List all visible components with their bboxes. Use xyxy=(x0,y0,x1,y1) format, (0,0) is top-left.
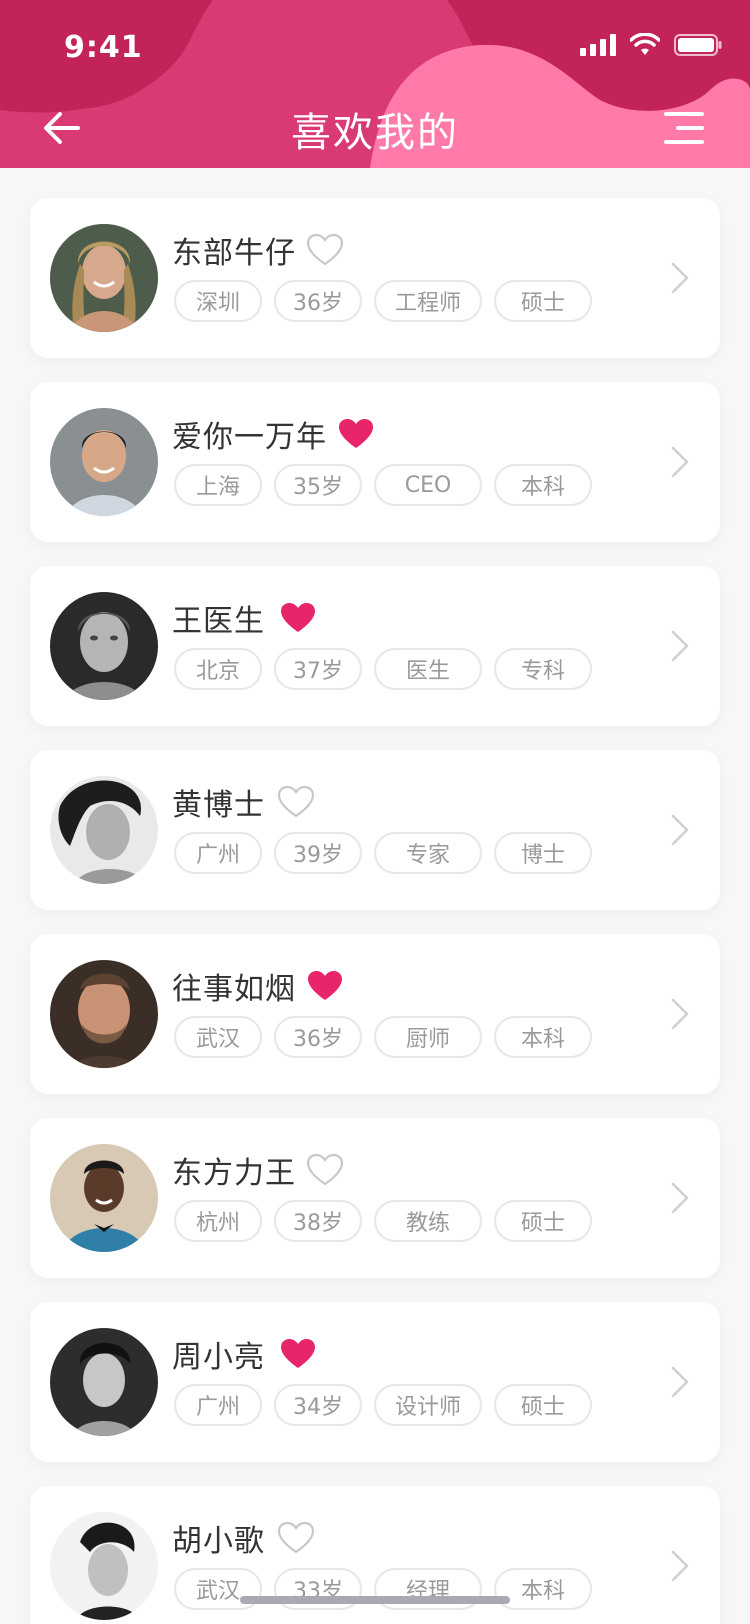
tag-education: 硕士 xyxy=(494,1200,592,1242)
list-item[interactable]: 东部牛仔 深圳 36岁 工程师 硕士 xyxy=(30,198,720,358)
tag-list: 上海 35岁 CEO 本科 xyxy=(174,464,604,506)
menu-icon xyxy=(664,112,704,144)
heart-outline-icon[interactable] xyxy=(306,233,344,267)
user-name: 王医生 xyxy=(172,604,265,639)
tag-age: 34岁 xyxy=(274,1384,362,1426)
tag-age: 39岁 xyxy=(274,832,362,874)
list-item[interactable]: 周小亮 广州 34岁 设计师 硕士 xyxy=(30,1302,720,1462)
screen: 9:41 喜欢我的 东部牛仔 深圳 36岁 工程师 硕士 爱你一万年 上海 35… xyxy=(0,0,750,1624)
tag-age: 36岁 xyxy=(274,280,362,322)
tag-city: 广州 xyxy=(174,832,262,874)
tag-job: 工程师 xyxy=(374,280,482,322)
tag-job: 教练 xyxy=(374,1200,482,1242)
battery-icon xyxy=(674,34,722,56)
menu-button[interactable] xyxy=(660,106,710,150)
user-name: 周小亮 xyxy=(172,1340,265,1375)
avatar xyxy=(50,1144,158,1252)
avatar xyxy=(50,592,158,700)
chevron-right-icon xyxy=(671,1366,689,1398)
avatar xyxy=(50,960,158,1068)
list-item[interactable]: 往事如烟 武汉 36岁 厨师 本科 xyxy=(30,934,720,1094)
user-name: 往事如烟 xyxy=(172,972,296,1007)
tag-list: 北京 37岁 医生 专科 xyxy=(174,648,604,690)
user-name: 黄博士 xyxy=(172,788,265,823)
tag-job: 医生 xyxy=(374,648,482,690)
tag-age: 35岁 xyxy=(274,464,362,506)
name-row: 往事如烟 xyxy=(172,964,344,1008)
list-item[interactable]: 爱你一万年 上海 35岁 CEO 本科 xyxy=(30,382,720,542)
tag-education: 硕士 xyxy=(494,1384,592,1426)
avatar xyxy=(50,1512,158,1620)
avatar xyxy=(50,1328,158,1436)
tag-age: 37岁 xyxy=(274,648,362,690)
heart-filled-icon[interactable] xyxy=(337,417,375,451)
status-time: 9:41 xyxy=(64,30,143,65)
name-row: 周小亮 xyxy=(172,1332,317,1376)
tag-list: 杭州 38岁 教练 硕士 xyxy=(174,1200,604,1242)
avatar xyxy=(50,224,158,332)
list-item[interactable]: 黄博士 广州 39岁 专家 博士 xyxy=(30,750,720,910)
avatar xyxy=(50,408,158,516)
user-name: 胡小歌 xyxy=(172,1524,265,1559)
tag-education: 本科 xyxy=(494,464,592,506)
name-row: 东部牛仔 xyxy=(172,228,344,272)
name-row: 爱你一万年 xyxy=(172,412,375,456)
tag-city: 武汉 xyxy=(174,1016,262,1058)
chevron-right-icon xyxy=(671,998,689,1030)
header: 9:41 喜欢我的 xyxy=(0,0,750,168)
name-row: 东方力王 xyxy=(172,1148,344,1192)
user-name: 东部牛仔 xyxy=(172,236,296,271)
wifi-icon xyxy=(630,33,660,55)
tag-city: 杭州 xyxy=(174,1200,262,1242)
tag-education: 专科 xyxy=(494,648,592,690)
tag-job: 厨师 xyxy=(374,1016,482,1058)
chevron-right-icon xyxy=(671,1182,689,1214)
heart-outline-icon[interactable] xyxy=(277,785,315,819)
chevron-right-icon xyxy=(671,446,689,478)
tag-job: 设计师 xyxy=(374,1384,482,1426)
user-name: 东方力王 xyxy=(172,1156,296,1191)
page-title: 喜欢我的 xyxy=(291,110,459,156)
status-icons xyxy=(580,33,722,57)
tag-age: 38岁 xyxy=(274,1200,362,1242)
tag-city: 北京 xyxy=(174,648,262,690)
tag-city: 深圳 xyxy=(174,280,262,322)
heart-filled-icon[interactable] xyxy=(279,601,317,635)
chevron-right-icon xyxy=(671,814,689,846)
tag-city: 上海 xyxy=(174,464,262,506)
list-item[interactable]: 王医生 北京 37岁 医生 专科 xyxy=(30,566,720,726)
avatar xyxy=(50,776,158,884)
tag-education: 本科 xyxy=(494,1016,592,1058)
user-name: 爱你一万年 xyxy=(172,420,327,455)
name-row: 王医生 xyxy=(172,596,317,640)
tag-list: 广州 39岁 专家 博士 xyxy=(174,832,604,874)
tag-list: 广州 34岁 设计师 硕士 xyxy=(174,1384,604,1426)
tag-job: 专家 xyxy=(374,832,482,874)
name-row: 黄博士 xyxy=(172,780,315,824)
home-indicator[interactable] xyxy=(240,1596,510,1604)
tag-education: 博士 xyxy=(494,832,592,874)
tag-education: 硕士 xyxy=(494,280,592,322)
tag-age: 36岁 xyxy=(274,1016,362,1058)
chevron-right-icon xyxy=(671,630,689,662)
list-item[interactable]: 东方力王 杭州 38岁 教练 硕士 xyxy=(30,1118,720,1278)
heart-outline-icon[interactable] xyxy=(277,1521,315,1555)
chevron-right-icon xyxy=(671,1550,689,1582)
heart-filled-icon[interactable] xyxy=(306,969,344,1003)
tag-city: 广州 xyxy=(174,1384,262,1426)
tag-job: CEO xyxy=(374,464,482,506)
name-row: 胡小歌 xyxy=(172,1516,315,1560)
chevron-right-icon xyxy=(671,262,689,294)
tag-list: 深圳 36岁 工程师 硕士 xyxy=(174,280,604,322)
signal-icon xyxy=(580,34,616,56)
tag-education: 本科 xyxy=(494,1568,592,1610)
heart-outline-icon[interactable] xyxy=(306,1153,344,1187)
tag-list: 武汉 36岁 厨师 本科 xyxy=(174,1016,604,1058)
heart-filled-icon[interactable] xyxy=(279,1337,317,1371)
